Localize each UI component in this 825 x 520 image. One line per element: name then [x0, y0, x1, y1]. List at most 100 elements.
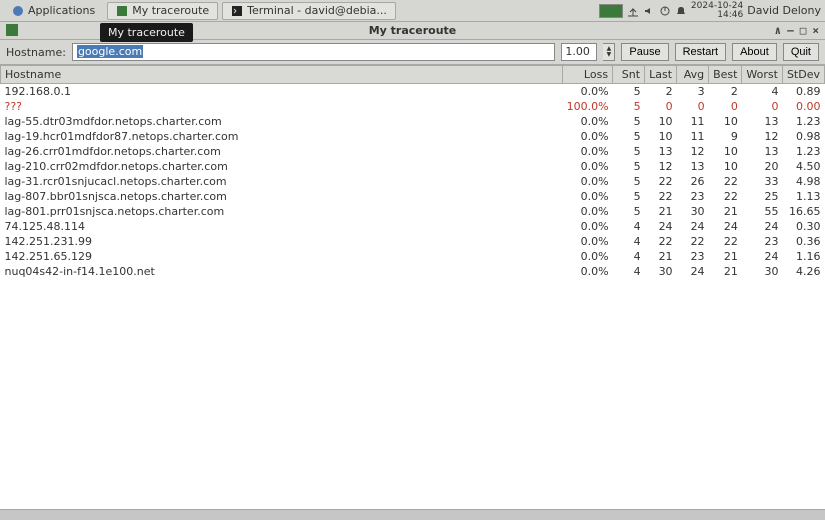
- applications-menu[interactable]: Applications: [4, 2, 103, 20]
- window-maximize-button[interactable]: □: [800, 24, 807, 37]
- cell-last: 12: [645, 159, 677, 174]
- taskbar-item-label: Terminal - david@debia...: [247, 4, 387, 17]
- cell-loss: 0.0%: [563, 249, 613, 264]
- table-row[interactable]: 74.125.48.1140.0%4242424240.30: [1, 219, 825, 234]
- window-close-button[interactable]: ×: [812, 24, 819, 37]
- hostname-value: google.com: [77, 45, 143, 58]
- hostname-label: Hostname:: [6, 46, 66, 59]
- cell-snt: 4: [613, 219, 645, 234]
- cell-snt: 5: [613, 129, 645, 144]
- cell-worst: 20: [742, 159, 783, 174]
- status-bar: [0, 509, 825, 519]
- table-row[interactable]: lag-31.rcr01snjucacl.netops.charter.com0…: [1, 174, 825, 189]
- cell-loss: 0.0%: [563, 159, 613, 174]
- cell-worst: 55: [742, 204, 783, 219]
- cell-last: 22: [645, 234, 677, 249]
- table-row[interactable]: 142.251.65.1290.0%4212321241.16: [1, 249, 825, 264]
- cell-last: 21: [645, 204, 677, 219]
- cell-best: 10: [709, 114, 742, 129]
- taskbar-item-label: My traceroute: [132, 4, 209, 17]
- col-avg[interactable]: Avg: [677, 66, 709, 84]
- volume-icon[interactable]: [643, 5, 655, 17]
- cell-host: lag-55.dtr03mdfdor.netops.charter.com: [1, 114, 563, 129]
- cell-snt: 4: [613, 234, 645, 249]
- table-row[interactable]: lag-807.bbr01snjsca.netops.charter.com0.…: [1, 189, 825, 204]
- cell-stdev: 4.26: [782, 264, 824, 279]
- cell-best: 0: [709, 99, 742, 114]
- cell-best: 22: [709, 189, 742, 204]
- cell-loss: 0.0%: [563, 204, 613, 219]
- window-shade-button[interactable]: ∧: [775, 24, 782, 37]
- cell-host: nuq04s42-in-f14.1e100.net: [1, 264, 563, 279]
- cell-loss: 0.0%: [563, 129, 613, 144]
- window-icon: [116, 5, 128, 17]
- cell-host: ???: [1, 99, 563, 114]
- cell-worst: 4: [742, 84, 783, 100]
- power-icon[interactable]: [659, 5, 671, 17]
- hostname-input[interactable]: google.com: [72, 43, 555, 61]
- col-stdev[interactable]: StDev: [782, 66, 824, 84]
- col-best[interactable]: Best: [709, 66, 742, 84]
- cell-avg: 23: [677, 249, 709, 264]
- cell-snt: 5: [613, 204, 645, 219]
- taskbar-tooltip: My traceroute: [100, 23, 193, 42]
- table-row[interactable]: ???100.0%500000.00: [1, 99, 825, 114]
- window-minimize-button[interactable]: –: [787, 24, 794, 37]
- network-icon[interactable]: [627, 5, 639, 17]
- cell-stdev: 1.13: [782, 189, 824, 204]
- cell-worst: 30: [742, 264, 783, 279]
- desktop-panel: Applications My traceroute Terminal - da…: [0, 0, 825, 22]
- taskbar-item-traceroute[interactable]: My traceroute: [107, 2, 218, 20]
- pause-button[interactable]: Pause: [621, 43, 668, 61]
- quit-button[interactable]: Quit: [783, 43, 819, 61]
- clock-time: 14:46: [691, 11, 743, 20]
- cell-stdev: 0.30: [782, 219, 824, 234]
- cell-worst: 24: [742, 219, 783, 234]
- cell-snt: 4: [613, 249, 645, 264]
- cell-snt: 5: [613, 144, 645, 159]
- taskbar-item-terminal[interactable]: Terminal - david@debia...: [222, 2, 396, 20]
- col-last[interactable]: Last: [645, 66, 677, 84]
- cell-avg: 24: [677, 219, 709, 234]
- workspace-indicator[interactable]: [599, 4, 623, 18]
- table-row[interactable]: lag-26.crr01mdfdor.netops.charter.com0.0…: [1, 144, 825, 159]
- col-snt[interactable]: Snt: [613, 66, 645, 84]
- window-title: My traceroute: [369, 24, 457, 37]
- cell-avg: 30: [677, 204, 709, 219]
- cell-last: 10: [645, 129, 677, 144]
- cell-last: 24: [645, 219, 677, 234]
- cell-stdev: 1.23: [782, 114, 824, 129]
- table-row[interactable]: lag-801.prr01snjsca.netops.charter.com0.…: [1, 204, 825, 219]
- about-button[interactable]: About: [732, 43, 777, 61]
- clock[interactable]: 2024-10-24 14:46: [691, 2, 743, 20]
- table-row[interactable]: lag-210.crr02mdfdor.netops.charter.com0.…: [1, 159, 825, 174]
- user-name[interactable]: David Delony: [747, 4, 821, 17]
- cell-stdev: 4.98: [782, 174, 824, 189]
- cell-avg: 0: [677, 99, 709, 114]
- applications-label: Applications: [28, 4, 95, 17]
- cell-best: 22: [709, 234, 742, 249]
- col-loss[interactable]: Loss: [563, 66, 613, 84]
- cell-host: lag-801.prr01snjsca.netops.charter.com: [1, 204, 563, 219]
- cell-loss: 100.0%: [563, 99, 613, 114]
- notification-icon[interactable]: [675, 5, 687, 17]
- table-row[interactable]: 142.251.231.990.0%4222222230.36: [1, 234, 825, 249]
- col-hostname[interactable]: Hostname: [1, 66, 563, 84]
- restart-button[interactable]: Restart: [675, 43, 726, 61]
- cell-loss: 0.0%: [563, 234, 613, 249]
- xfce-logo-icon: [12, 5, 24, 17]
- cell-host: lag-26.crr01mdfdor.netops.charter.com: [1, 144, 563, 159]
- cell-stdev: 1.23: [782, 144, 824, 159]
- app-icon: [6, 24, 18, 36]
- table-row[interactable]: 192.168.0.10.0%523240.89: [1, 84, 825, 100]
- cell-snt: 5: [613, 84, 645, 100]
- interval-spinner[interactable]: ▲▼: [603, 43, 615, 61]
- table-row[interactable]: lag-55.dtr03mdfdor.netops.charter.com0.0…: [1, 114, 825, 129]
- table-row[interactable]: nuq04s42-in-f14.1e100.net0.0%4302421304.…: [1, 264, 825, 279]
- col-worst[interactable]: Worst: [742, 66, 783, 84]
- cell-loss: 0.0%: [563, 174, 613, 189]
- table-row[interactable]: lag-19.hcr01mdfdor87.netops.charter.com0…: [1, 129, 825, 144]
- results-table: Hostname Loss Snt Last Avg Best Worst St…: [0, 65, 825, 279]
- cell-loss: 0.0%: [563, 114, 613, 129]
- interval-input[interactable]: 1.00: [561, 43, 597, 61]
